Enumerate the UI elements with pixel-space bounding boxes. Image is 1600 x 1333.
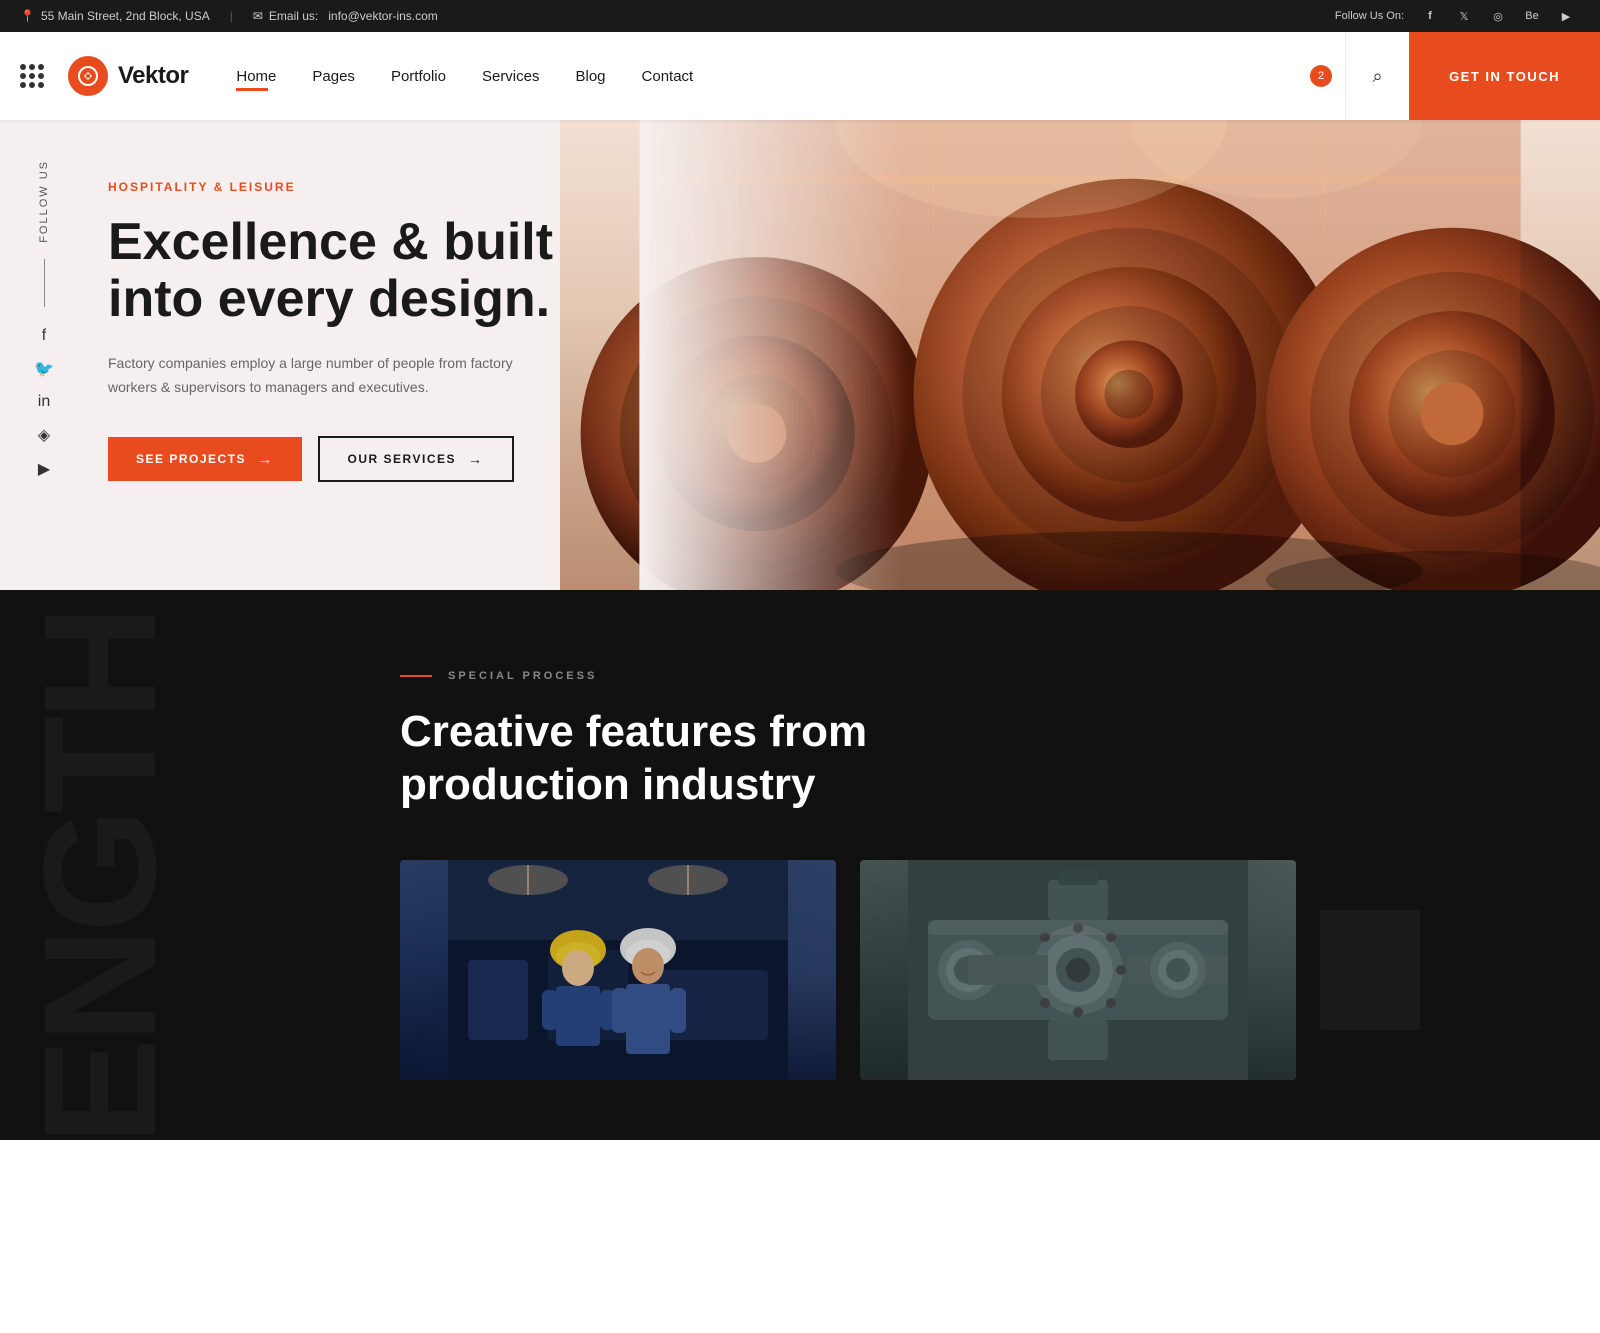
nav-portfolio[interactable]: Portfolio (391, 68, 446, 85)
logo-text: Vektor (118, 62, 188, 90)
our-services-label: OUR SERVICES (348, 452, 456, 466)
logo-icon (68, 56, 108, 96)
youtube-icon-top[interactable]: ▶ (1558, 8, 1574, 24)
nav-contact[interactable]: Contact (642, 68, 694, 85)
top-bar-left: 📍 55 Main Street, 2nd Block, USA | ✉ Ema… (20, 9, 438, 23)
hero-content: HOSPITALITY & LEISURE Excellence & built… (88, 120, 648, 590)
workers-card (400, 860, 836, 1080)
discord-icon-sidebar[interactable]: ◈ (38, 425, 50, 445)
cards-row (400, 860, 1420, 1080)
top-bar-right: Follow Us On: f 𝕏 ◎ Be ▶ (1335, 8, 1580, 24)
search-button[interactable]: ⌕ (1345, 32, 1409, 120)
hero-tag: HOSPITALITY & LEISURE (108, 180, 608, 194)
nav-services[interactable]: Services (482, 68, 540, 85)
instagram-icon-top[interactable]: ◎ (1490, 8, 1506, 24)
nav-home[interactable]: Home (236, 68, 276, 85)
hero-buttons: SEE PROJECTS → OUR SERVICES → (108, 436, 608, 482)
see-projects-button[interactable]: SEE PROJECTS → (108, 437, 302, 481)
hero-sidebar: FOLLOW US f 🐦 in ◈ ▶ (0, 120, 88, 590)
header: Vektor Home Pages Portfolio Services Blo… (0, 32, 1600, 120)
dark-section-title: Creative features from production indust… (400, 706, 1420, 812)
pin-icon: 📍 (20, 9, 35, 23)
mail-icon: ✉ (253, 9, 263, 23)
linkedin-icon-sidebar[interactable]: in (38, 393, 50, 411)
machinery-svg (860, 860, 1296, 1080)
special-process-label: SPECIAL PROCESS (400, 670, 1420, 682)
special-process-text: SPECIAL PROCESS (448, 670, 597, 682)
cart-button[interactable]: 2 (1297, 32, 1345, 120)
cart-count: 2 (1310, 65, 1332, 87)
follow-label: Follow Us On: (1335, 10, 1404, 22)
facebook-icon-top[interactable]: f (1422, 8, 1438, 24)
metal-rolls-visual (560, 120, 1600, 590)
sidebar-social: f 🐦 in ◈ ▶ (34, 327, 54, 479)
behance-icon-top[interactable]: Be (1524, 8, 1540, 24)
email-label: Email us: (269, 9, 318, 23)
main-nav: Home Pages Portfolio Services Blog Conta… (236, 68, 1297, 85)
dark-section: STRENGTH SPECIAL PROCESS Creative featur… (0, 590, 1600, 1140)
youtube-icon-sidebar[interactable]: ▶ (38, 459, 50, 479)
hero-image (560, 120, 1600, 590)
facebook-icon-sidebar[interactable]: f (42, 327, 46, 345)
arrow-right-icon-2: → (468, 451, 484, 467)
workers-svg (400, 860, 836, 1080)
arrow-right-icon: → (258, 451, 274, 467)
address-item: 📍 55 Main Street, 2nd Block, USA (20, 9, 210, 23)
logo[interactable]: Vektor (68, 56, 188, 96)
search-icon: ⌕ (1373, 66, 1383, 87)
follow-us-text: FOLLOW US (38, 160, 50, 243)
factory-svg (560, 120, 1600, 590)
workers-image (400, 860, 836, 1080)
machinery-image (860, 860, 1296, 1080)
get-in-touch-button[interactable]: GET IN TOUCH (1409, 32, 1600, 120)
nav-blog[interactable]: Blog (576, 68, 606, 85)
label-line-decoration (400, 675, 432, 677)
top-bar: 📍 55 Main Street, 2nd Block, USA | ✉ Ema… (0, 0, 1600, 32)
email-item: ✉ Email us: info@vektor-ins.com (253, 9, 438, 23)
twitter-icon-sidebar[interactable]: 🐦 (34, 359, 54, 379)
address-text: 55 Main Street, 2nd Block, USA (41, 9, 210, 23)
follow-divider (44, 259, 45, 307)
our-services-button[interactable]: OUR SERVICES → (318, 436, 514, 482)
twitter-icon-top[interactable]: 𝕏 (1456, 8, 1472, 24)
grid-menu-icon[interactable] (20, 64, 44, 88)
small-placeholder-card (1320, 910, 1420, 1030)
dark-section-content: SPECIAL PROCESS Creative features from p… (100, 670, 1500, 1080)
nav-pages[interactable]: Pages (312, 68, 355, 85)
hero-title: Excellence & built into every design. (108, 214, 608, 328)
see-projects-label: SEE PROJECTS (136, 452, 246, 466)
hero-section: FOLLOW US f 🐦 in ◈ ▶ HOSPITALITY & LEISU… (0, 120, 1600, 590)
machinery-card (860, 860, 1296, 1080)
email-value: info@vektor-ins.com (328, 9, 438, 23)
header-right: 2 ⌕ GET IN TOUCH (1297, 32, 1600, 120)
hero-description: Factory companies employ a large number … (108, 352, 528, 400)
